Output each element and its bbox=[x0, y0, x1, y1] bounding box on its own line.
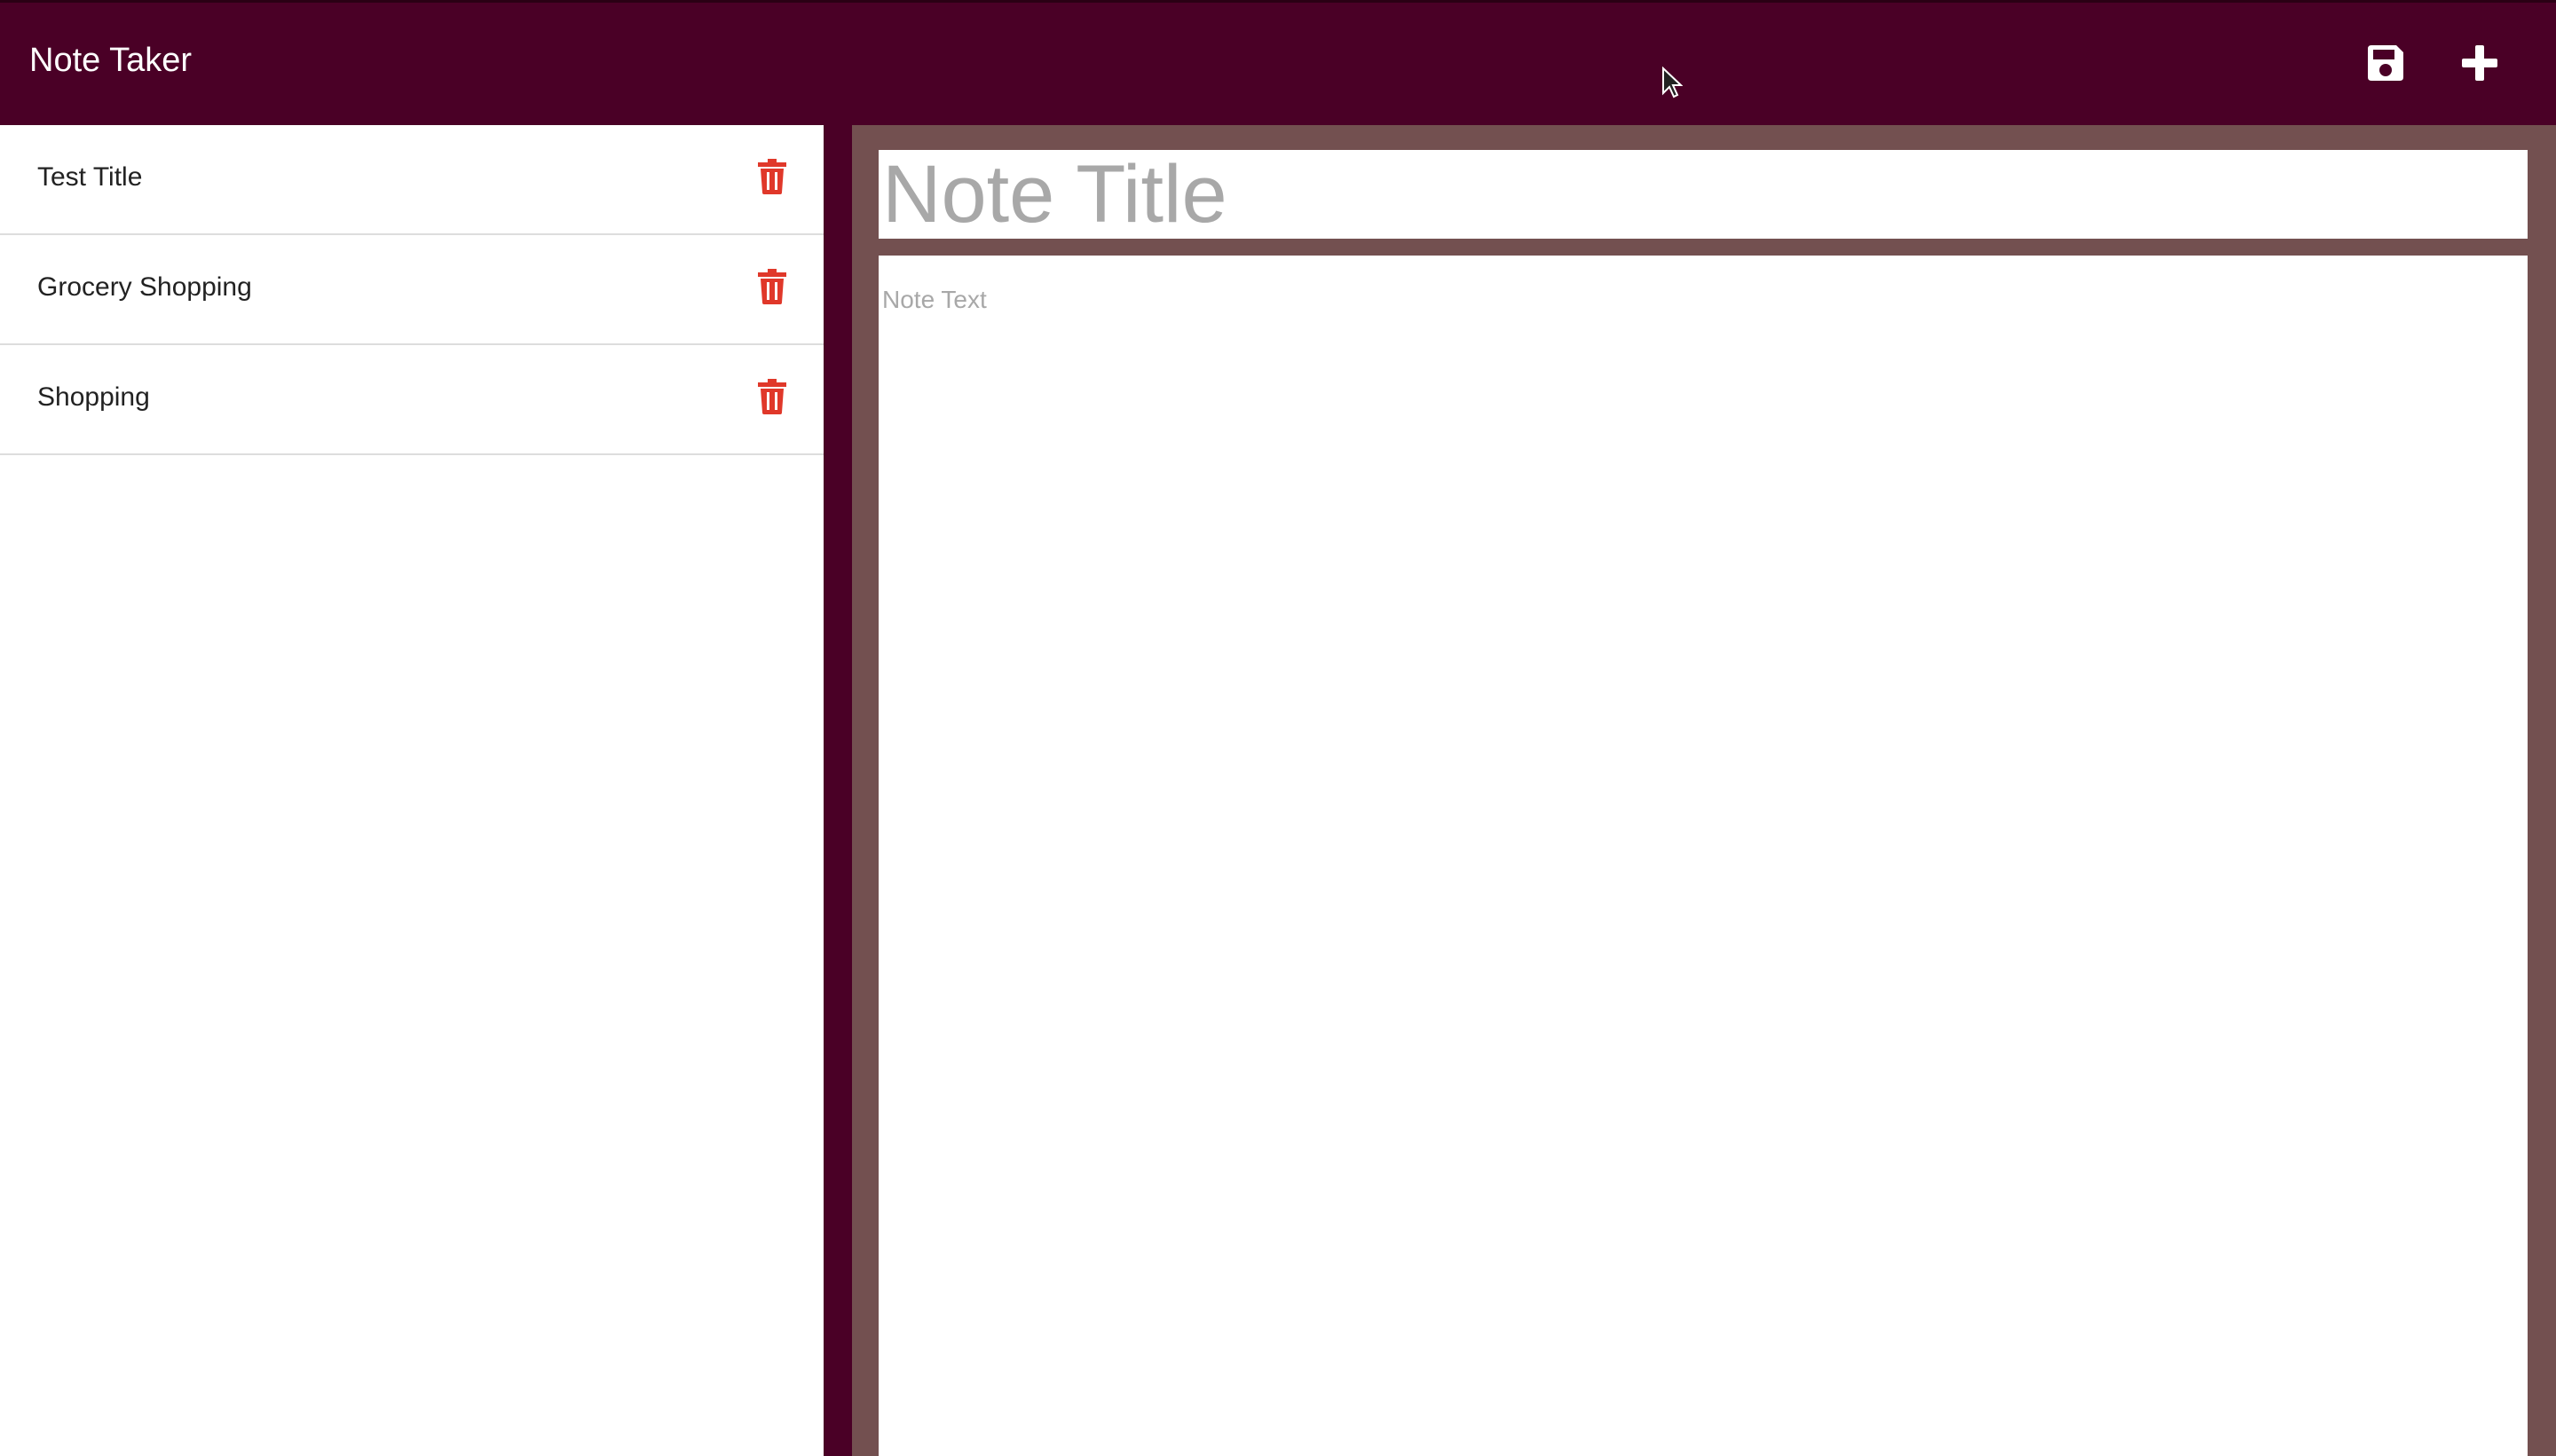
note-title-input[interactable] bbox=[879, 150, 2528, 239]
note-title: Shopping bbox=[37, 382, 150, 412]
note-title: Test Title bbox=[37, 162, 143, 192]
trash-icon[interactable] bbox=[758, 269, 786, 304]
note-editor bbox=[852, 125, 2556, 1456]
note-list-item[interactable]: Shopping bbox=[0, 345, 824, 455]
trash-icon[interactable] bbox=[758, 379, 786, 414]
mouse-cursor-icon bbox=[1661, 66, 1684, 100]
note-title: Grocery Shopping bbox=[37, 272, 252, 302]
note-list-item[interactable]: Grocery Shopping bbox=[0, 235, 824, 345]
plus-icon[interactable] bbox=[2458, 42, 2501, 84]
notes-sidebar: Test Title Grocery Shopping Shopping bbox=[0, 125, 824, 1456]
app-brand[interactable]: Note Taker bbox=[29, 42, 192, 80]
navbar: Note Taker bbox=[0, 0, 2556, 125]
note-text-area[interactable] bbox=[879, 256, 2528, 1456]
note-list-item[interactable]: Test Title bbox=[0, 125, 824, 235]
trash-icon[interactable] bbox=[758, 159, 786, 194]
save-icon[interactable] bbox=[2364, 42, 2407, 84]
